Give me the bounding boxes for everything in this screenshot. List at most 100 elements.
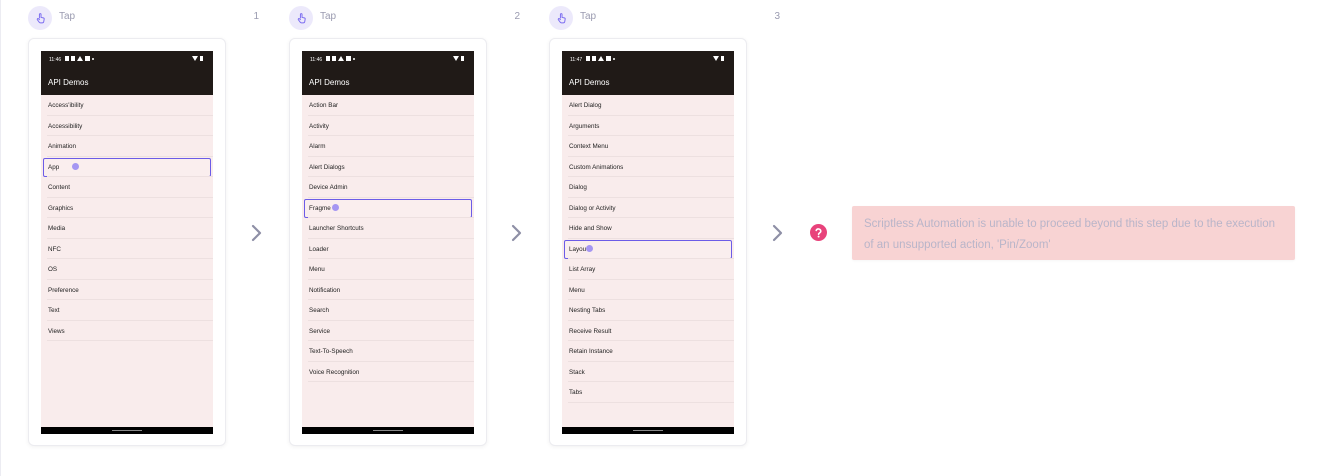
device-screen: 11:46 API Demos Access'ibility Accessibil… [41,51,213,434]
list-item-label: Alert Dialogs [309,163,345,171]
left-edge-divider [0,0,1,476]
list-item[interactable]: Custom Animations [562,157,734,177]
list-item[interactable]: NFC [41,239,213,259]
chevron-right-icon [250,221,264,245]
list-item[interactable]: Launcher Shortcuts [302,218,474,239]
list-item[interactable]: App [41,157,213,177]
tap-gesture-icon [549,6,573,30]
list-item[interactable]: Text [41,300,213,321]
list-item[interactable]: Voice Recognition [302,362,474,382]
list-item[interactable]: Notification [302,280,474,300]
list-item-label: Fragme [309,204,331,212]
list-item[interactable]: Media [41,218,213,239]
list-item[interactable]: Action Bar [302,95,474,116]
step-3: Tap 3 11:47 API Demos Alert Dialog Argume… [549,0,780,476]
list-item[interactable]: Search [302,300,474,321]
question-circle-icon [810,224,827,241]
status-bar: 11:46 [302,51,474,69]
step-2: Tap 2 11:46 API Demos Action Bar Activity… [289,0,520,476]
list-item[interactable]: Activity [302,116,474,136]
wifi-battery-icon [192,56,203,61]
list-item[interactable]: Dialog or Activity [562,198,734,218]
app-title: API Demos [48,78,89,87]
list-item[interactable]: OS [41,259,213,280]
navigation-bar [562,427,734,434]
screenshot-card[interactable]: 11:46 API Demos Action Bar Activity Alarm A… [289,38,487,446]
step-header: Tap 1 [28,6,259,30]
list-item-label: Animation [48,143,77,150]
list-item[interactable]: Tabs [562,382,734,403]
list-item[interactable]: Stack [562,362,734,382]
list-item-label: Custom Animations [569,163,624,171]
list-item-label: Access'ibility [48,102,84,109]
tap-target-highlight [43,157,211,177]
list-item[interactable]: Receive Result [562,321,734,341]
app-title: API Demos [309,78,350,87]
list-item-label: Action Bar [309,102,339,109]
chevron-right-icon [771,221,785,245]
list-item-label: Search [309,307,329,314]
list-item-label: OS [48,266,58,273]
step-action-label: Tap [580,11,597,22]
list-item[interactable]: Menu [302,259,474,280]
step-number: 3 [774,11,780,22]
list-item[interactable]: Context Menu [562,136,734,157]
status-time: 11:47 [570,57,583,63]
step-action-label: Tap [59,11,76,22]
wifi-battery-icon [453,56,464,61]
status-time: 11:46 [49,57,62,63]
list-item[interactable]: Arguments [562,116,734,136]
list-item-label: Voice Recognition [309,368,360,376]
list-item[interactable]: Alert Dialogs [302,157,474,177]
list-item-label: List Array [569,266,596,273]
list-item[interactable]: Accessibility [41,116,213,136]
step-header: Tap 3 [549,6,780,30]
list-item[interactable]: Views [41,321,213,341]
tap-point-marker [586,245,593,252]
list-item-label: Media [48,225,66,232]
list-item-label: Menu [309,266,325,273]
list-item-label: Notification [309,286,341,294]
list-item-label: Alert Dialog [569,102,602,109]
list-item[interactable]: Loader [302,239,474,259]
list: Access'ibility Accessibility Animation App C… [41,95,213,341]
list-item-label: NFC [48,245,61,253]
app-title: API Demos [569,78,610,87]
list-item-label: Views [48,327,65,335]
list-item-label: App [48,163,60,171]
list-item[interactable]: Text-To-Speech [302,341,474,362]
list-item[interactable]: Retain Instance [562,341,734,362]
list-item[interactable]: Animation [41,136,213,157]
step-number: 1 [253,11,259,22]
screenshot-card[interactable]: 11:46 API Demos Access'ibility Accessibil… [28,38,226,446]
list-item[interactable]: Device Admin [302,177,474,198]
list-item-label: Text [48,307,60,314]
list-item[interactable]: Alarm [302,136,474,157]
row-divider [568,401,734,403]
status-icons [326,56,355,61]
list-item-label: Accessibility [48,122,83,130]
status-icons [586,56,615,61]
list-item[interactable]: Menu [562,280,734,300]
list-item[interactable]: Preference [41,280,213,300]
list-item[interactable]: Nesting Tabs [562,300,734,321]
list-item-label: Menu [569,286,585,294]
navigation-bar [302,427,474,434]
list-item-label: Text-To-Speech [309,348,353,355]
list-item-label: Loader [309,245,329,253]
screenshot-card[interactable]: 11:47 API Demos Alert Dialog Arguments Con… [549,38,747,446]
list-item[interactable]: Access'ibility [41,95,213,116]
list-item[interactable]: Graphics [41,198,213,218]
step-header: Tap 2 [289,6,520,30]
list-item-label: Dialog or Activity [569,204,616,212]
list-item[interactable]: Dialog [562,177,734,198]
list-item[interactable]: List Array [562,259,734,280]
list-item[interactable]: Content [41,177,213,198]
status-bar: 11:46 [41,51,213,69]
list-item[interactable]: Alert Dialog [562,95,734,116]
list-item[interactable]: Hide and Show [562,218,734,239]
list-item[interactable]: Fragme [302,198,474,218]
list-item[interactable]: Service [302,321,474,341]
tap-point-marker [332,204,339,211]
step-number: 2 [514,11,520,22]
